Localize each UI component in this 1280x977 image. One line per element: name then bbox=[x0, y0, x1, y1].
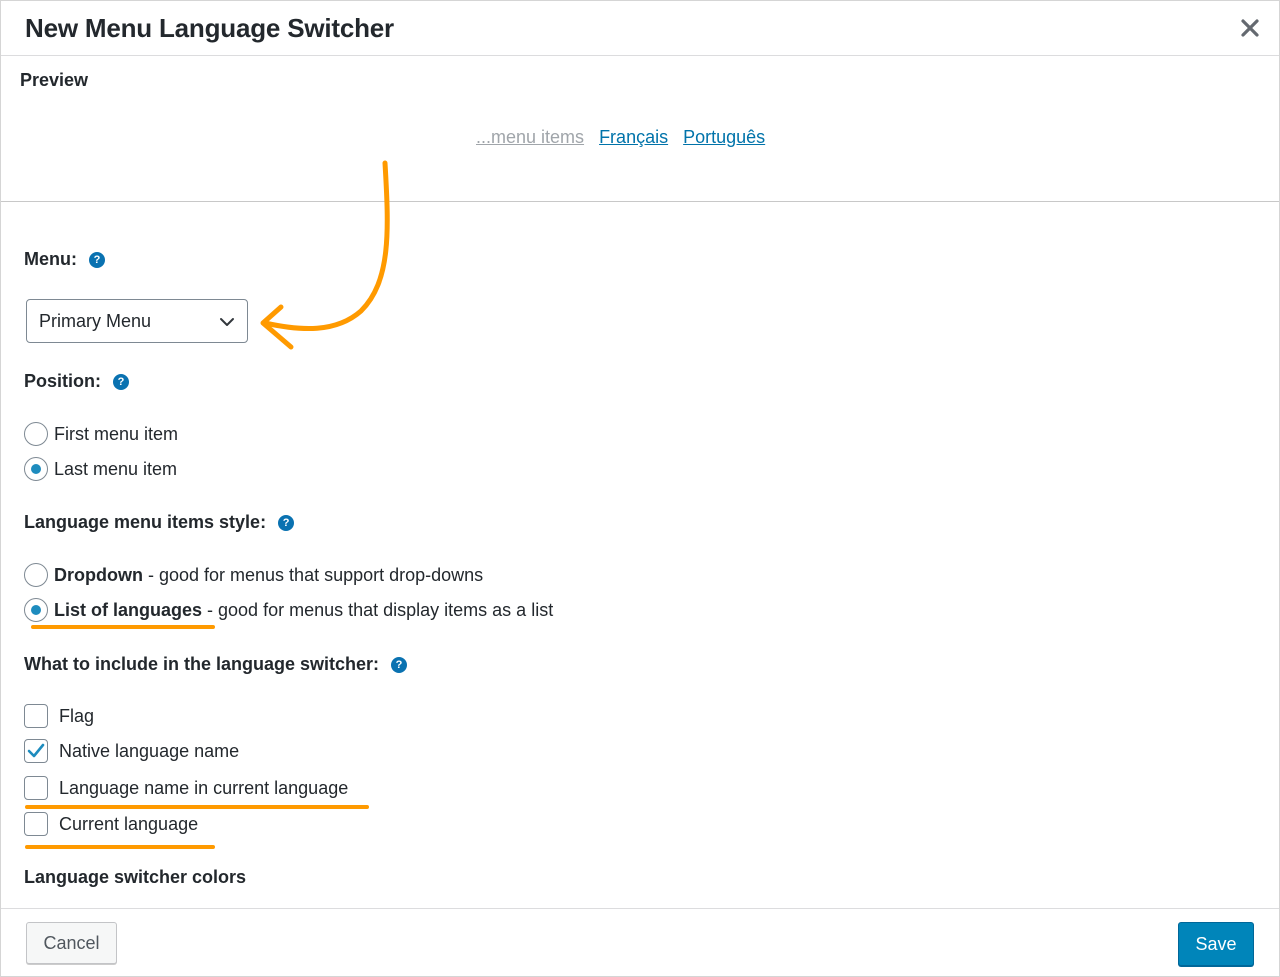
preview-link-french[interactable]: Français bbox=[599, 127, 668, 148]
style-option-list[interactable]: List of languages - good for menus that … bbox=[24, 598, 553, 622]
include-option-native-name[interactable]: Native language name bbox=[24, 739, 239, 763]
colors-label: Language switcher colors bbox=[24, 867, 246, 888]
annotation-underline bbox=[25, 845, 215, 849]
preview-placeholder-link: ...menu items bbox=[476, 127, 585, 147]
option-label: Language name in current language bbox=[59, 777, 349, 798]
language-switcher-dialog: New Menu Language Switcher Preview ...me… bbox=[0, 0, 1280, 977]
option-label: Current language bbox=[59, 813, 199, 834]
option-desc: - good for menus that display items as a… bbox=[202, 599, 554, 620]
preview-links: ...menu items Français Português bbox=[476, 127, 775, 148]
menu-label-text: Menu: bbox=[24, 249, 77, 269]
help-icon[interactable]: ? bbox=[89, 251, 105, 268]
annotation-underline bbox=[25, 805, 369, 809]
style-label: Language menu items style: ? bbox=[24, 512, 295, 533]
position-option-last[interactable]: Last menu item bbox=[24, 457, 177, 481]
style-label-text: Language menu items style: bbox=[24, 512, 267, 532]
dialog-footer: Cancel Save bbox=[1, 908, 1279, 976]
include-option-current-language[interactable]: Current language bbox=[24, 812, 198, 836]
menu-select[interactable]: Primary Menu bbox=[26, 299, 248, 343]
preview-link-portuguese[interactable]: Português bbox=[683, 127, 765, 148]
save-button[interactable]: Save bbox=[1178, 922, 1254, 966]
position-label: Position: ? bbox=[24, 371, 129, 392]
radio-button[interactable] bbox=[24, 422, 48, 446]
option-label: Native language name bbox=[59, 740, 240, 761]
style-option-dropdown[interactable]: Dropdown - good for menus that support d… bbox=[24, 563, 483, 587]
cancel-button[interactable]: Cancel bbox=[26, 922, 117, 964]
divider bbox=[1, 201, 1279, 202]
chevron-down-icon bbox=[220, 318, 234, 326]
checkmark-icon bbox=[27, 743, 45, 758]
dialog-title: New Menu Language Switcher bbox=[25, 13, 394, 43]
position-label-text: Position: bbox=[24, 371, 101, 391]
option-desc: - good for menus that support drop-downs bbox=[142, 564, 484, 585]
option-title: Dropdown bbox=[54, 564, 143, 585]
menu-select-value: Primary Menu bbox=[39, 311, 152, 331]
close-icon[interactable] bbox=[1237, 15, 1263, 41]
radio-button[interactable] bbox=[24, 457, 48, 481]
include-option-current-name[interactable]: Language name in current language bbox=[24, 776, 348, 800]
option-label: First menu item bbox=[54, 423, 179, 444]
annotation-arrow bbox=[260, 160, 390, 350]
option-label: Flag bbox=[59, 705, 95, 726]
radio-button[interactable] bbox=[24, 563, 48, 587]
checkbox[interactable] bbox=[24, 704, 48, 728]
help-icon[interactable]: ? bbox=[391, 656, 408, 673]
include-label: What to include in the language switcher… bbox=[24, 654, 408, 675]
radio-button[interactable] bbox=[24, 598, 48, 622]
option-label: Dropdown - good for menus that support d… bbox=[54, 565, 483, 586]
colors-label-text: Language switcher colors bbox=[24, 867, 247, 887]
preview-label: Preview bbox=[20, 70, 89, 90]
option-label: Last menu item bbox=[54, 458, 178, 479]
include-option-flag[interactable]: Flag bbox=[24, 704, 94, 728]
help-icon[interactable]: ? bbox=[278, 514, 295, 531]
checkbox[interactable] bbox=[24, 812, 48, 836]
checkbox[interactable] bbox=[24, 776, 48, 800]
menu-label: Menu: ? bbox=[24, 249, 105, 270]
option-title: List of languages bbox=[54, 599, 203, 620]
position-option-first[interactable]: First menu item bbox=[24, 422, 178, 446]
dialog-header: New Menu Language Switcher bbox=[1, 1, 1279, 56]
help-icon[interactable]: ? bbox=[113, 373, 129, 390]
annotation-underline bbox=[31, 625, 215, 629]
include-label-text: What to include in the language switcher… bbox=[24, 654, 380, 674]
checkbox[interactable] bbox=[24, 739, 48, 763]
option-label: List of languages - good for menus that … bbox=[54, 600, 553, 621]
